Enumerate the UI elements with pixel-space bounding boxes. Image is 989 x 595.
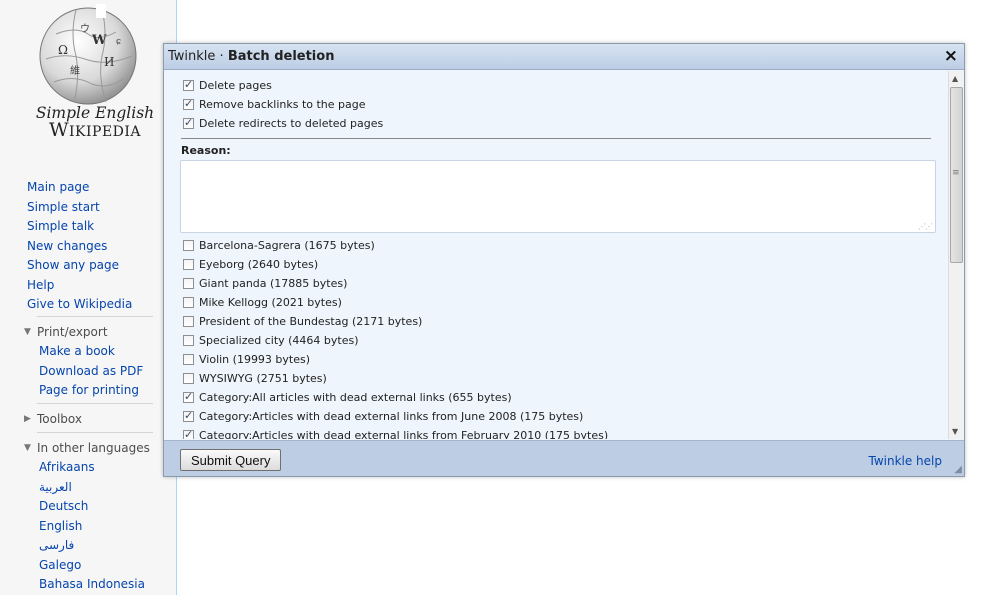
nav-link-new-changes[interactable]: New changes — [27, 237, 167, 257]
close-icon[interactable]: × — [944, 46, 958, 66]
language-link-farsi[interactable]: فارسی — [39, 536, 156, 556]
option-delete-pages[interactable]: Delete pages — [183, 76, 272, 94]
main-navigation: Main page Simple start Simple talk New c… — [27, 178, 167, 315]
svg-text:W: W — [91, 33, 107, 48]
nav-link-show-any-page[interactable]: Show any page — [27, 256, 167, 276]
checkbox[interactable] — [183, 390, 194, 403]
svg-text:И: И — [104, 55, 114, 69]
nav-link-give-to-wikipedia[interactable]: Give to Wikipedia — [27, 295, 167, 315]
nav-link-help[interactable]: Help — [27, 276, 167, 296]
logo-wordmark: WIKIPEDIA — [48, 119, 142, 141]
checkbox[interactable] — [183, 372, 194, 384]
page-item[interactable]: Category:All articles with dead external… — [183, 388, 512, 406]
grip-icon: ≡ — [952, 168, 960, 178]
checkbox[interactable] — [183, 428, 194, 439]
page-item[interactable]: Giant panda (17885 bytes) — [183, 274, 347, 292]
page-item[interactable]: Eyeborg (2640 bytes) — [183, 255, 318, 273]
dialog-titlebar[interactable]: Twinkle · Batch deletion × — [164, 44, 964, 70]
language-link-arabic[interactable]: العربية — [39, 478, 156, 498]
checkbox[interactable] — [183, 97, 194, 110]
language-link-galego[interactable]: Galego — [39, 556, 156, 576]
language-link-deutsch[interactable]: Deutsch — [39, 497, 156, 517]
scroll-down-arrow-icon[interactable]: ▼ — [952, 427, 958, 436]
page-item[interactable]: Specialized city (4464 bytes) — [183, 331, 359, 349]
twinkle-help-link[interactable]: Twinkle help — [868, 454, 942, 468]
checkbox[interactable] — [183, 334, 194, 346]
page-item[interactable]: Mike Kellogg (2021 bytes) — [183, 293, 342, 311]
triangle-down-icon: ▼ — [24, 443, 31, 453]
batch-deletion-dialog: Twinkle · Batch deletion × Delete pages … — [163, 43, 965, 477]
link-make-a-book[interactable]: Make a book — [39, 342, 156, 362]
scrollbar-thumb[interactable]: ≡ — [950, 87, 963, 263]
checkbox[interactable] — [183, 409, 194, 422]
svg-text:Ω: Ω — [58, 43, 68, 57]
vertical-scrollbar[interactable]: ▲ ≡ ▼ — [948, 71, 964, 439]
checkbox[interactable] — [183, 315, 194, 327]
dialog-title: Twinkle · Batch deletion — [168, 49, 335, 64]
svg-text:ɕ: ɕ — [116, 37, 121, 47]
checkbox[interactable] — [183, 258, 194, 270]
site-logo[interactable]: W Ω ウ И 維 ɕ Simple English WIKIPEDIA — [20, 0, 160, 150]
portal-heading-languages[interactable]: ▼ In other languages — [22, 439, 156, 458]
checkbox[interactable] — [183, 239, 194, 251]
reason-textarea[interactable]: ⋰⋰ — [180, 160, 936, 233]
checkbox[interactable] — [183, 277, 194, 289]
dialog-form: Delete pages Remove backlinks to the pag… — [165, 71, 947, 439]
language-link-english[interactable]: English — [39, 517, 156, 537]
portal-toolbox: ▶ Toolbox — [22, 403, 156, 429]
triangle-down-icon: ▼ — [24, 327, 31, 337]
portal-print-export: ▼ Print/export Make a book Download as P… — [22, 316, 156, 401]
form-divider — [181, 138, 931, 139]
nav-link-main-page[interactable]: Main page — [27, 178, 167, 198]
option-delete-redirects[interactable]: Delete redirects to deleted pages — [183, 114, 383, 132]
nav-link-simple-talk[interactable]: Simple talk — [27, 217, 167, 237]
dialog-button-pane: Submit Query Twinkle help ◢ — [164, 440, 964, 476]
page-item[interactable]: WYSIWYG (2751 bytes) — [183, 369, 327, 387]
page-item[interactable]: Violin (19993 bytes) — [183, 350, 310, 368]
checkbox[interactable] — [183, 353, 194, 365]
wikipedia-globe-icon: W Ω ウ И 維 ɕ — [39, 4, 137, 105]
checkbox[interactable] — [183, 78, 194, 91]
page-item[interactable]: Barcelona-Sagrera (1675 bytes) — [183, 236, 375, 254]
svg-text:ウ: ウ — [80, 23, 90, 35]
portal-heading-print-export[interactable]: ▼ Print/export — [22, 323, 156, 342]
option-remove-backlinks[interactable]: Remove backlinks to the page — [183, 95, 366, 113]
page-item[interactable]: Category:Articles with dead external lin… — [183, 407, 583, 425]
submit-query-button[interactable]: Submit Query — [180, 449, 282, 471]
scroll-up-arrow-icon[interactable]: ▲ — [952, 74, 958, 83]
portal-divider — [37, 432, 153, 433]
language-link-afrikaans[interactable]: Afrikaans — [39, 458, 156, 478]
portal-divider — [37, 316, 153, 317]
link-page-for-printing[interactable]: Page for printing — [39, 381, 156, 401]
triangle-right-icon: ▶ — [24, 414, 31, 424]
portal-divider — [37, 403, 153, 404]
checkbox[interactable] — [183, 116, 194, 129]
page-item[interactable]: President of the Bundestag (2171 bytes) — [183, 312, 422, 330]
checkbox[interactable] — [183, 296, 194, 308]
reason-label: Reason: — [181, 144, 231, 157]
svg-text:維: 維 — [70, 64, 80, 77]
portal-heading-toolbox[interactable]: ▶ Toolbox — [22, 410, 156, 429]
link-download-as-pdf[interactable]: Download as PDF — [39, 362, 156, 382]
resize-handle-icon[interactable]: ◢ — [954, 464, 962, 475]
portal-languages: ▼ In other languages Afrikaans العربية D… — [22, 432, 156, 595]
nav-link-simple-start[interactable]: Simple start — [27, 198, 167, 218]
page-item[interactable]: Category:Articles with dead external lin… — [183, 426, 608, 439]
language-link-bahasa-indonesia[interactable]: Bahasa Indonesia — [39, 575, 156, 595]
resize-grip-icon: ⋰⋰ — [918, 222, 933, 231]
